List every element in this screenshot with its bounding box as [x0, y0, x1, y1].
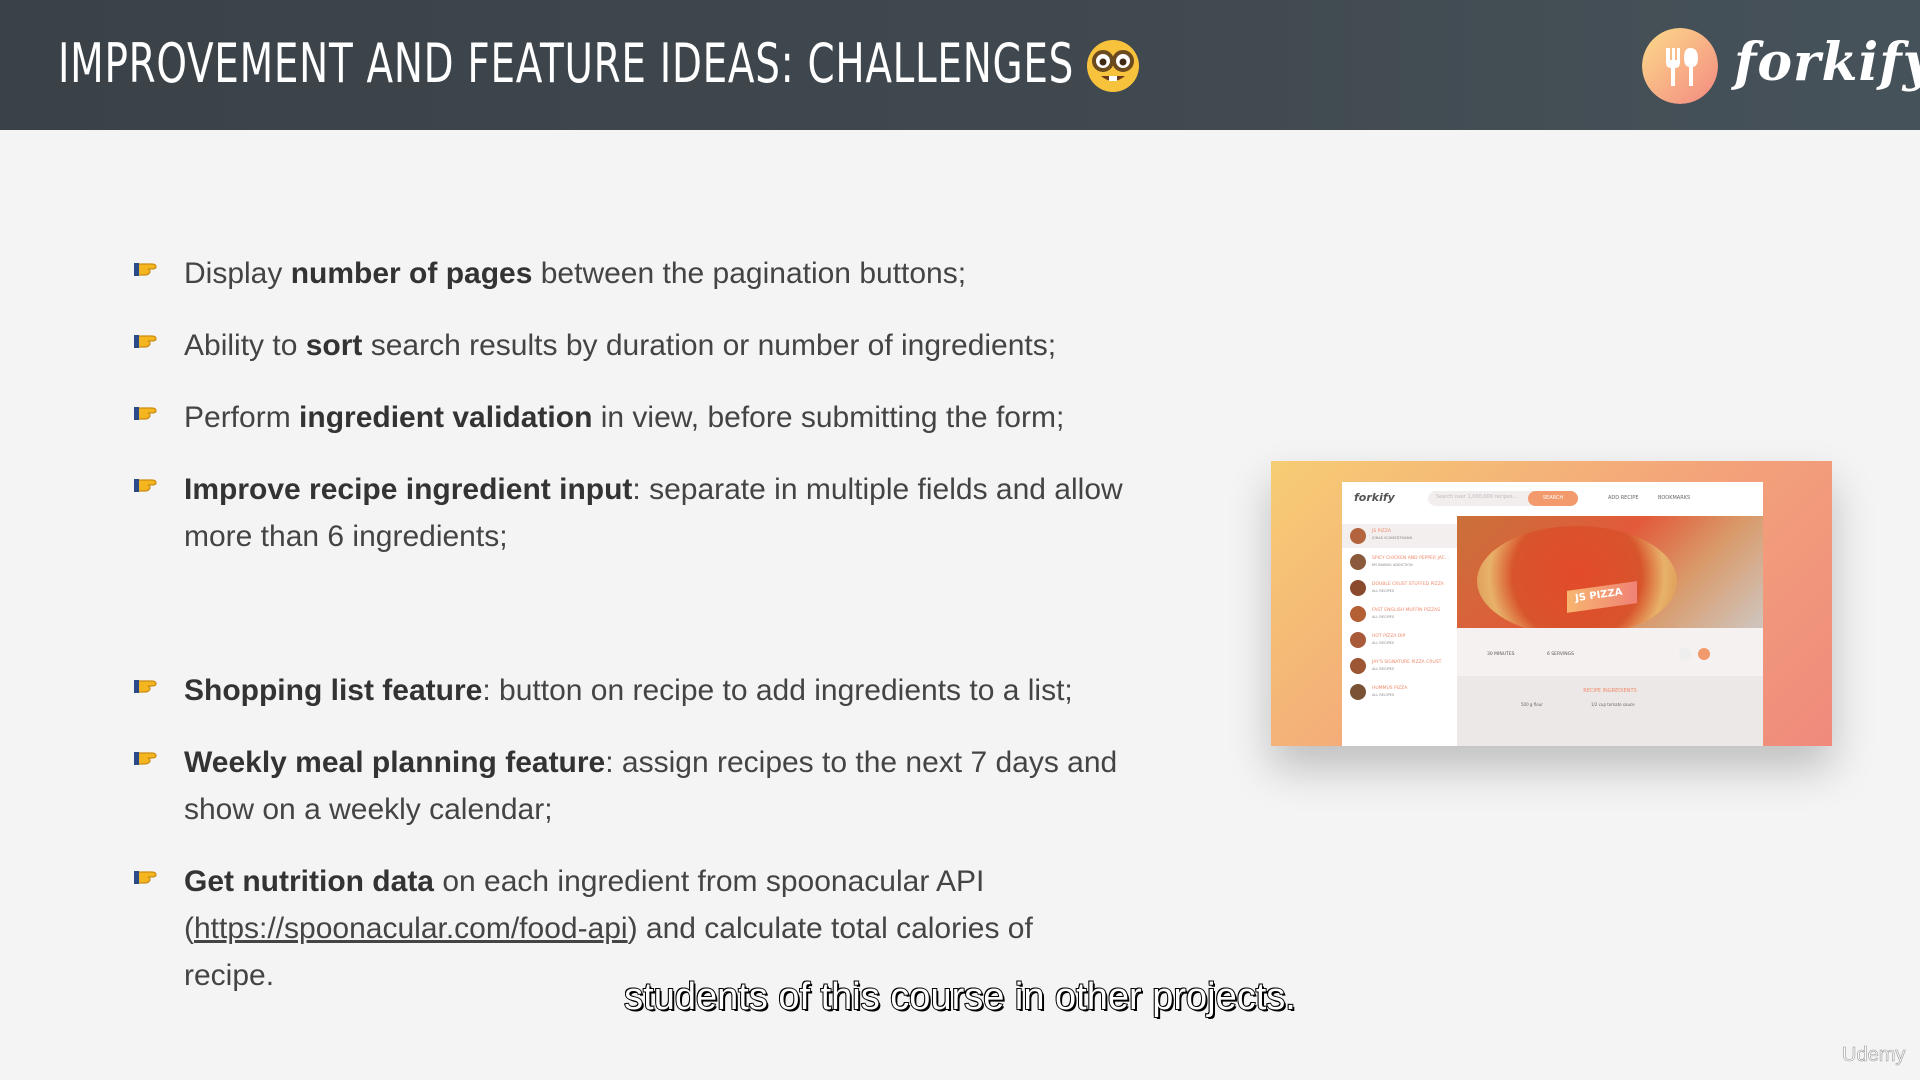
- slide-header: IMPROVEMENT AND FEATURE IDEAS: CHALLENGE…: [0, 0, 1920, 130]
- recipe-publisher: ALL RECIPES: [1372, 615, 1395, 619]
- search-bar[interactable]: Search over 1,000,000 recipes... SEARCH: [1428, 491, 1578, 506]
- recipe-publisher: ALL RECIPES: [1372, 589, 1395, 593]
- bullet-text: : button on recipe to add ingredients to…: [482, 674, 1073, 707]
- search-input[interactable]: Search over 1,000,000 recipes...: [1436, 494, 1517, 500]
- bullet-text: in view, before submitting the form;: [592, 401, 1065, 434]
- bookmark-button[interactable]: [1698, 648, 1710, 660]
- list-item: Weekly meal planning feature: assign rec…: [134, 739, 1194, 835]
- pointing-hand-icon: [134, 263, 157, 276]
- search-button[interactable]: SEARCH: [1528, 491, 1578, 506]
- results-list: JS PIZZA JONAS SCHMEDTMANN SPICY CHICKEN…: [1342, 516, 1457, 746]
- recipe-title[interactable]: JS PIZZA: [1372, 529, 1391, 534]
- pointing-hand-icon: [134, 680, 157, 693]
- pointing-hand-icon: [134, 479, 157, 492]
- bullet-bold-text: ingredient validation: [299, 401, 593, 434]
- bullet-bold-text: sort: [305, 329, 363, 362]
- bullet-text: between the pagination buttons;: [532, 257, 967, 290]
- app-logo: forkify: [1354, 491, 1395, 504]
- ingredient-item: 500 g flour: [1521, 702, 1543, 707]
- recipe-thumb: [1350, 684, 1366, 700]
- bullet-text: search results by duration or number of …: [362, 329, 1057, 362]
- brand-logo-text: forkify: [1734, 32, 1920, 93]
- list-item: Get nutrition data on each ingredient fr…: [134, 858, 1194, 992]
- video-subtitle: students of this course in other project…: [623, 975, 1297, 1019]
- bullet-bold-text: Weekly meal planning feature: [184, 746, 606, 779]
- bullet-text: Display: [184, 257, 291, 290]
- list-item: Perform ingredient validation in view, b…: [134, 394, 1194, 444]
- recipe-publisher: ALL RECIPES: [1372, 667, 1395, 671]
- fork-spoon-icon: [1642, 28, 1718, 104]
- recipe-title[interactable]: SPICY CHICKEN AND PEPPER JAC...: [1372, 556, 1449, 561]
- bullet-bold-text: Get nutrition data: [184, 865, 434, 898]
- recipe-title[interactable]: JAY'S SIGNATURE PIZZA CRUST: [1372, 660, 1441, 665]
- servings: 6 SERVINGS: [1547, 652, 1574, 657]
- cooking-time: 30 MINUTES: [1487, 652, 1515, 657]
- ingredient-item: 1/2 cup tomato sauce: [1591, 702, 1635, 707]
- add-recipe-button[interactable]: ADD RECIPE: [1608, 495, 1638, 501]
- app-window: forkify Search over 1,000,000 recipes...…: [1342, 482, 1763, 746]
- recipe-photo: JS PIZZA: [1457, 516, 1763, 628]
- recipe-title[interactable]: FAST ENGLISH MUFFIN PIZZAS: [1372, 608, 1440, 613]
- recipe-thumb: [1350, 606, 1366, 622]
- bullet-bold-text: number of pages: [290, 257, 533, 290]
- recipe-title[interactable]: HUMMUS PIZZA: [1372, 686, 1407, 691]
- recipe-thumb: [1350, 528, 1366, 544]
- slide-title: IMPROVEMENT AND FEATURE IDEAS: CHALLENGE…: [58, 32, 1075, 95]
- recipe-title[interactable]: DOUBLE CRUST STUFFED PIZZA: [1372, 582, 1444, 587]
- udemy-watermark: Udemy: [1842, 1044, 1906, 1067]
- pointing-hand-icon: [134, 407, 157, 420]
- recipe-thumb: [1350, 554, 1366, 570]
- nerd-face-icon: [1087, 40, 1139, 92]
- recipe-thumb: [1350, 580, 1366, 596]
- recipe-thumb: [1350, 658, 1366, 674]
- recipe-details: 30 MINUTES 6 SERVINGS RECIPE INGREDIENTS…: [1457, 628, 1763, 746]
- list-item: Improve recipe ingredient input: separat…: [134, 466, 1194, 562]
- ingredients-heading: RECIPE INGREDIENTS: [1583, 688, 1637, 694]
- recipe-publisher: MY BAKING ADDICTION: [1372, 563, 1413, 567]
- pointing-hand-icon: [134, 335, 157, 348]
- recipe-publisher: ALL RECIPES: [1372, 641, 1395, 645]
- list-item: Shopping list feature: button on recipe …: [134, 667, 1194, 717]
- bullet-bold-text: Shopping list feature: [184, 674, 483, 707]
- spoonacular-api-link[interactable]: https://spoonacular.com/food-api: [194, 912, 628, 945]
- pointing-hand-icon: [134, 752, 157, 765]
- user-icon: [1679, 648, 1691, 660]
- list-item: Display number of pages between the pagi…: [134, 250, 1194, 300]
- bookmarks-button[interactable]: BOOKMARKS: [1658, 495, 1690, 501]
- recipe-publisher: JONAS SCHMEDTMANN: [1372, 536, 1413, 540]
- app-header: forkify Search over 1,000,000 recipes...…: [1342, 482, 1763, 516]
- list-item: Ability to sort search results by durati…: [134, 322, 1194, 372]
- pointing-hand-icon: [134, 871, 157, 884]
- recipe-title[interactable]: HOT PIZZA DIP: [1372, 634, 1405, 639]
- bullet-bold-text: Improve recipe ingredient input: [184, 473, 633, 506]
- recipe-publisher: ALL RECIPES: [1372, 693, 1395, 697]
- bullet-text: Perform: [184, 401, 300, 434]
- bullet-text: Ability to: [184, 329, 306, 362]
- recipe-thumb: [1350, 632, 1366, 648]
- forkify-app-screenshot: forkify Search over 1,000,000 recipes...…: [1271, 461, 1832, 746]
